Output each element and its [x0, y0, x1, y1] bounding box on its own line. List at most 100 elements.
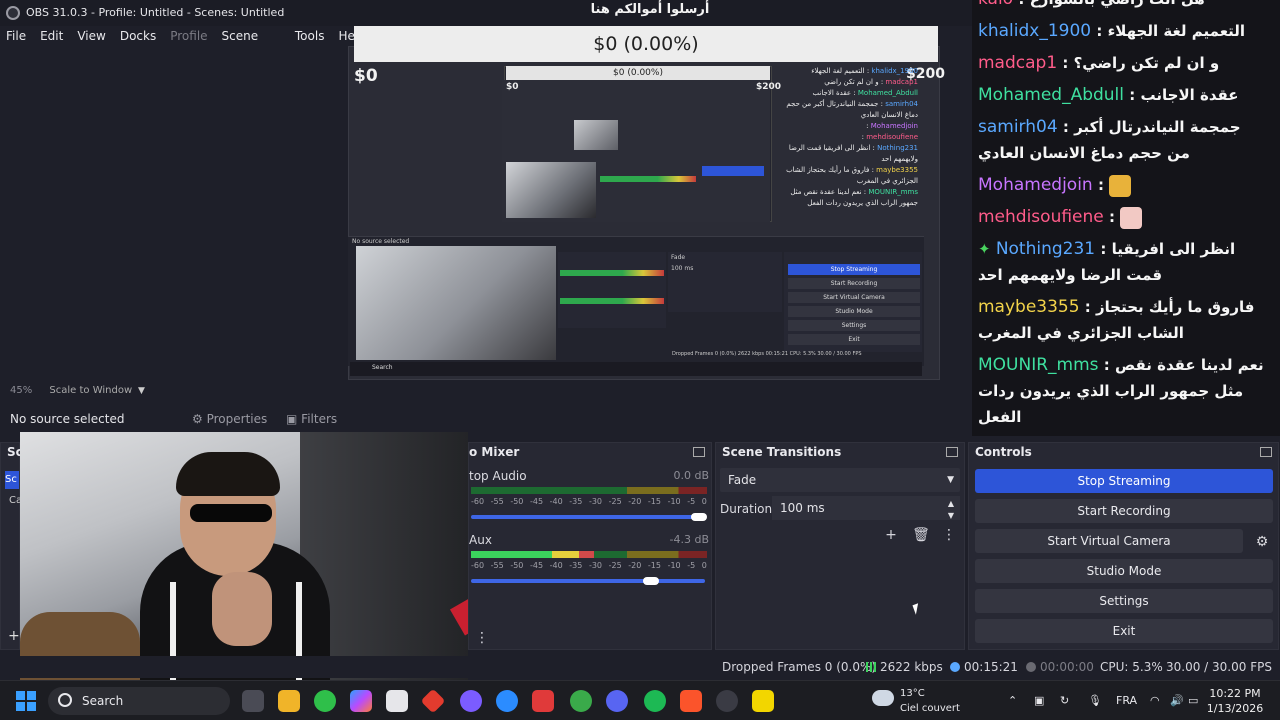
weather-widget[interactable]: 13°C Ciel couvert	[872, 686, 968, 716]
edge-icon[interactable]	[496, 690, 518, 712]
inner-chat-name: Nothing231	[877, 144, 918, 152]
menu-edit[interactable]: Edit	[40, 26, 63, 46]
volume-icon[interactable]: 🔊	[1170, 681, 1184, 720]
status-bar: Dropped Frames 0 (0.0%) 2622 kbps 00:15:…	[0, 656, 1280, 678]
inner-duration: 100 ms	[671, 265, 694, 272]
exit-button[interactable]: Exit	[975, 619, 1273, 643]
chat-username: khalidx_1900	[978, 21, 1092, 41]
chevron-down-icon[interactable]: ▼	[138, 382, 145, 400]
battery-icon[interactable]: ▭	[1188, 681, 1198, 720]
window-title: OBS 31.0.3 - Profile: Untitled - Scenes:…	[26, 6, 285, 19]
settings-button[interactable]: Settings	[975, 589, 1273, 613]
taskbar-search[interactable]: Search	[48, 687, 230, 715]
menu-docks[interactable]: Docks	[120, 26, 156, 46]
inner-goal-min: $0	[506, 82, 519, 92]
add-transition-icon[interactable]: +	[882, 526, 900, 544]
donation-title: أرسلوا أموالكم هنا	[590, 2, 710, 17]
goal-min-label: $0	[354, 66, 378, 86]
chat-username: Mohamed_Abdull	[978, 85, 1125, 105]
tray-app-icon[interactable]: ▣	[1034, 681, 1044, 720]
inner-time: 00:15:21	[765, 351, 789, 357]
chat-username: Nothing231	[995, 239, 1096, 259]
language-indicator[interactable]: FRA	[1116, 681, 1137, 720]
meter-ticks: -60 -55 -50 -45 -40 -35 -30 -25 -20 -15 -10 -5 0	[471, 561, 707, 570]
microphone-icon[interactable]: 🎙	[1088, 681, 1102, 720]
more-options-icon[interactable]: ⋮	[940, 526, 958, 544]
menu-view[interactable]: View	[77, 26, 105, 46]
menu-profile[interactable]: Profile	[170, 26, 207, 46]
scene-item-selected[interactable]: Sc	[5, 471, 19, 489]
volume-slider[interactable]	[471, 515, 705, 519]
inner-mixer	[558, 252, 666, 328]
wps-icon[interactable]	[532, 690, 554, 712]
more-options-icon[interactable]: ⋮	[473, 629, 491, 647]
dropped-frames: Dropped Frames 0 (0.0%)	[722, 660, 877, 674]
menu-scene-collection[interactable]: Scene Collection	[222, 26, 281, 63]
yellow-check-app-icon[interactable]	[752, 690, 774, 712]
studio-mode-button[interactable]: Studio Mode	[975, 559, 1273, 583]
start-recording-button[interactable]: Start Recording	[975, 499, 1273, 523]
menu-file[interactable]: File	[6, 26, 26, 46]
green-app-icon[interactable]	[314, 690, 336, 712]
brave-icon[interactable]	[680, 690, 702, 712]
chat-text: عقدة الاجانب	[1140, 86, 1239, 104]
trash-icon[interactable]: 🗑	[912, 526, 930, 544]
level-meter-fill	[471, 551, 594, 558]
start-virtual-camera-button[interactable]: Start Virtual Camera	[975, 529, 1243, 553]
scale-mode[interactable]: Scale to Window	[49, 385, 132, 396]
chat-message: maybe3355 : فاروق ما رأيك بحتجاز الشاب ا…	[978, 297, 1255, 342]
copilot-icon[interactable]	[350, 690, 372, 712]
duration-label: Duration	[720, 502, 773, 516]
record-time: 00:00:00	[1026, 656, 1094, 678]
chat-text: هل انت راضي بالشوارع	[1030, 0, 1205, 8]
mixer-channel: Aux -4.3 dB -60 -55 -50 -45 -40 -35 -30 -25 -20-…	[469, 533, 715, 593]
store-icon[interactable]	[386, 690, 408, 712]
chat-username: madcap1	[978, 53, 1058, 73]
file-explorer-icon[interactable]	[278, 690, 300, 712]
record-icon	[1026, 662, 1036, 672]
menu-tools[interactable]: Tools	[295, 26, 325, 46]
purple-app-icon[interactable]	[460, 690, 482, 712]
no-source-label: No source selected	[10, 412, 125, 426]
filters-button[interactable]: ▣ Filters	[286, 408, 337, 430]
inner-stop-streaming: Stop Streaming	[788, 264, 920, 275]
broadcast-icon	[950, 662, 960, 672]
zoom-row: 45% Scale to Window ▼	[0, 382, 972, 400]
float-dock-icon[interactable]	[1260, 447, 1272, 457]
chat-message: madcap1 : و ان لم تكن راضي؟	[978, 53, 1220, 73]
spotify-icon[interactable]	[644, 690, 666, 712]
volume-slider-handle[interactable]	[643, 577, 659, 585]
discord-icon[interactable]	[606, 690, 628, 712]
duration-input[interactable]: 100 ms ▲ ▼	[772, 496, 960, 520]
obs-taskbar-icon[interactable]	[716, 690, 738, 712]
emote-icon	[1109, 174, 1132, 197]
stop-streaming-button[interactable]: Stop Streaming	[975, 469, 1273, 493]
green-circle-app-icon[interactable]	[570, 690, 592, 712]
taskbar-clock[interactable]: 10:22 PM 1/13/2026	[1200, 686, 1270, 716]
red-diamond-app-icon[interactable]	[420, 688, 446, 714]
spin-down-icon[interactable]: ▼	[948, 504, 954, 528]
inner-control-button: Settings	[788, 320, 920, 331]
gear-icon[interactable]: ⚙	[1252, 532, 1272, 552]
task-view-icon[interactable]	[242, 690, 264, 712]
wifi-icon[interactable]: ◠	[1150, 681, 1160, 720]
float-dock-icon[interactable]	[693, 447, 705, 457]
inner-chat-name: samirh04	[885, 100, 918, 108]
chat-username: mehdisoufiene	[978, 207, 1104, 227]
chat-username: Mohamedjoin	[978, 175, 1093, 195]
inner-chat-name: maybe3355	[876, 166, 918, 174]
inner-webcam	[356, 246, 556, 360]
inner-control-button: Studio Mode	[788, 306, 920, 317]
inner-control-button: Start Virtual Camera	[788, 292, 920, 303]
clock-time: 10:22 PM	[1209, 687, 1261, 700]
add-scene-button[interactable]: +	[8, 628, 20, 644]
windows-start-icon[interactable]	[16, 691, 36, 711]
tray-chevron-icon[interactable]: ⌃	[1008, 681, 1017, 720]
zoom-level[interactable]: 45%	[10, 385, 32, 396]
tray-sync-icon[interactable]: ↻	[1060, 681, 1069, 720]
volume-slider[interactable]	[471, 579, 705, 583]
transition-select[interactable]: Fade ▼	[720, 468, 960, 492]
properties-button[interactable]: ⚙ Properties	[192, 408, 267, 430]
volume-slider-handle[interactable]	[691, 513, 707, 521]
float-dock-icon[interactable]	[946, 447, 958, 457]
